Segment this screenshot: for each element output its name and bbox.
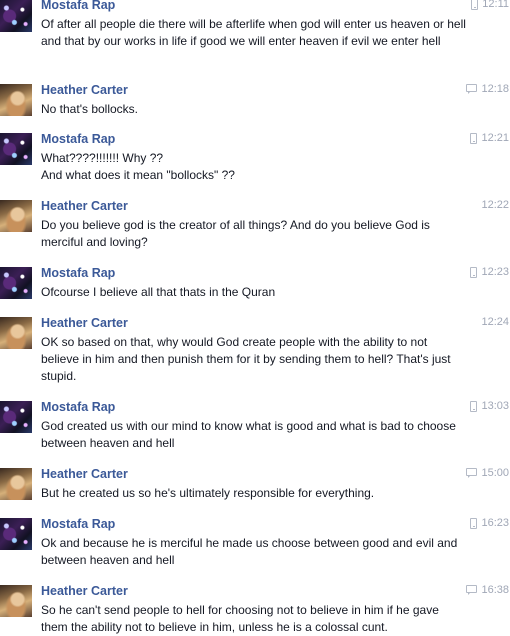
chat-icon [466, 585, 478, 595]
sender-name[interactable]: Heather Carter [41, 316, 128, 330]
message-line: And what does it mean "bollocks" ?? [41, 168, 235, 182]
mobile-phone-icon [470, 517, 478, 529]
message-thread: Mostafa Rap 12:11 Of after all people di… [0, 0, 510, 636]
mobile-phone-icon [470, 400, 478, 412]
message-text: OK so based on that, why would God creat… [41, 335, 451, 383]
timestamp: 16:38 [466, 584, 509, 596]
message-text: What????!!!!!!! Why ?? And what does it … [41, 150, 466, 184]
message-text: Ofcourse I believe all that thats in the… [41, 285, 276, 299]
sender-name[interactable]: Mostafa Rap [41, 0, 115, 12]
chat-icon [466, 84, 478, 94]
timestamp: 13:03 [470, 400, 509, 412]
timestamp: 12:21 [470, 132, 509, 144]
message-line: What????!!!!!!! Why ?? [41, 151, 164, 165]
sender-name[interactable]: Heather Carter [41, 83, 128, 97]
timestamp-text: 12:18 [481, 83, 509, 95]
avatar[interactable] [0, 84, 32, 116]
sender-name[interactable]: Mostafa Rap [41, 517, 115, 531]
timestamp: 12:23 [470, 266, 509, 278]
timestamp: 16:23 [470, 517, 509, 529]
avatar[interactable] [0, 468, 32, 500]
timestamp: 12:24 [481, 316, 509, 328]
timestamp-text: 13:03 [481, 400, 509, 412]
sender-name[interactable]: Heather Carter [41, 199, 128, 213]
mobile-phone-icon [470, 266, 478, 278]
mobile-phone-icon [470, 132, 478, 144]
timestamp-text: 12:24 [481, 316, 509, 328]
avatar[interactable] [0, 267, 32, 299]
sender-name[interactable]: Heather Carter [41, 467, 128, 481]
message-text: Do you believe god is the creator of all… [41, 218, 430, 249]
avatar[interactable] [0, 133, 32, 165]
sender-name[interactable]: Mostafa Rap [41, 266, 115, 280]
timestamp-text: 16:23 [481, 517, 509, 529]
sender-name[interactable]: Mostafa Rap [41, 132, 115, 146]
timestamp: 12:22 [481, 199, 509, 211]
timestamp-text: 15:00 [481, 467, 509, 479]
message-text: No that's bollocks. [41, 102, 139, 116]
avatar[interactable] [0, 585, 32, 617]
message-text: God created us with our mind to know wha… [41, 419, 456, 450]
timestamp-text: 12:23 [481, 266, 509, 278]
timestamp-text: 12:11 [482, 0, 509, 10]
chat-icon [466, 468, 478, 478]
message-text: Ok and because he is merciful he made us… [41, 536, 458, 567]
avatar[interactable] [0, 317, 32, 349]
timestamp-text: 12:22 [481, 199, 509, 211]
timestamp: 12:11 [471, 0, 509, 10]
avatar[interactable] [0, 401, 32, 433]
message-text: But he created us so he's ultimately res… [41, 486, 375, 500]
sender-name[interactable]: Mostafa Rap [41, 400, 115, 414]
timestamp-text: 12:21 [481, 132, 509, 144]
timestamp: 12:18 [466, 83, 509, 95]
mobile-phone-icon [471, 0, 479, 10]
avatar[interactable] [0, 518, 32, 550]
timestamp-text: 16:38 [481, 584, 509, 596]
sender-name[interactable]: Heather Carter [41, 584, 128, 598]
avatar[interactable] [0, 200, 32, 232]
message-text: So he can't send people to hell for choo… [41, 603, 439, 634]
avatar[interactable] [0, 0, 32, 32]
message-text: Of after all people die there will be af… [41, 17, 466, 48]
timestamp: 15:00 [466, 467, 509, 479]
